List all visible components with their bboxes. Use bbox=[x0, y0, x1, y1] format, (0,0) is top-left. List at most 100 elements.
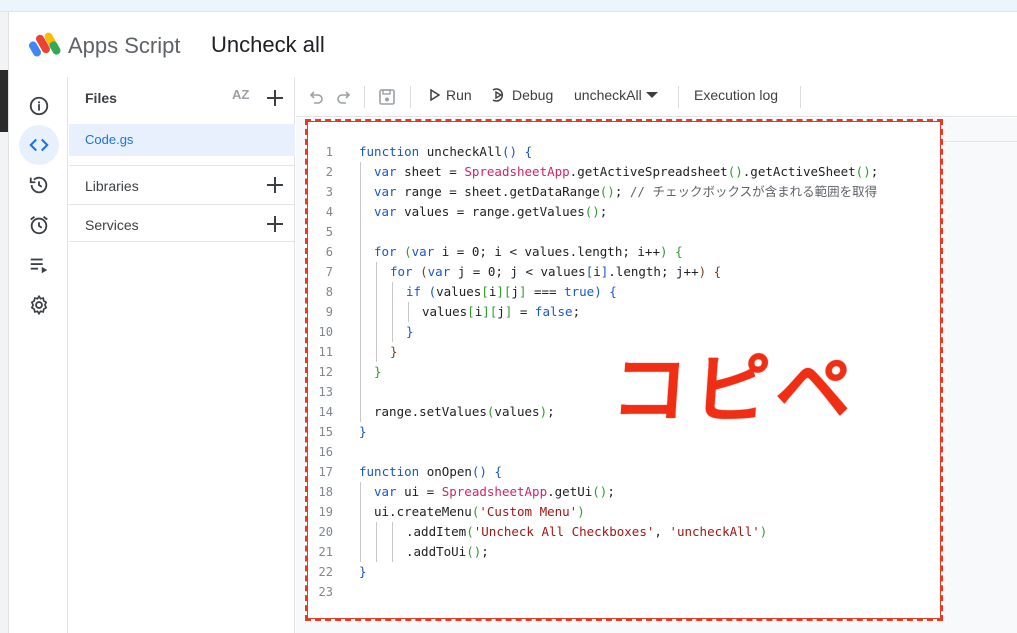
code-line[interactable]: 16 bbox=[307, 442, 941, 462]
line-number: 7 bbox=[325, 265, 333, 279]
line-number: 1 bbox=[325, 145, 333, 159]
code-text: values[i][j] = false; bbox=[422, 304, 581, 319]
toolbar-divider bbox=[364, 86, 365, 108]
code-text: function onOpen() { bbox=[359, 464, 503, 479]
function-select-value: uncheckAll bbox=[574, 87, 642, 103]
code-text: } bbox=[374, 364, 382, 379]
redo-icon[interactable] bbox=[336, 89, 352, 105]
line-number: 19 bbox=[318, 505, 333, 519]
code-line[interactable]: 6 for (var i = 0; i < values.length; i++)… bbox=[307, 242, 941, 262]
product-name[interactable]: Apps Script bbox=[68, 33, 181, 59]
code-text: if (values[i][j] === true) { bbox=[406, 284, 617, 299]
code-line[interactable]: 18 var ui = SpreadsheetApp.getUi(); bbox=[307, 482, 941, 502]
code-text: for (var j = 0; j < values[i].length; j+… bbox=[390, 264, 722, 279]
files-panel: Files AZ Code.gs Libraries Services bbox=[69, 77, 295, 633]
line-number: 20 bbox=[318, 525, 333, 539]
annotation-overlay-text: コピペ bbox=[608, 345, 861, 434]
line-number: 8 bbox=[325, 285, 333, 299]
rail-settings-button[interactable] bbox=[19, 285, 59, 325]
code-line[interactable]: 23 bbox=[307, 582, 941, 602]
background-window-edge bbox=[0, 12, 9, 633]
code-text: function uncheckAll() { bbox=[359, 144, 533, 159]
apps-script-logo-icon[interactable] bbox=[29, 31, 63, 59]
code-icon bbox=[29, 138, 49, 152]
execution-log-button[interactable]: Execution log bbox=[694, 87, 778, 103]
navigation-rail bbox=[9, 77, 68, 633]
file-name: Code.gs bbox=[85, 132, 134, 147]
function-select[interactable]: uncheckAll bbox=[574, 87, 658, 103]
code-line[interactable]: 2 var sheet = SpreadsheetApp.getActiveSpr… bbox=[307, 162, 941, 182]
libraries-label: Libraries bbox=[85, 178, 139, 194]
gear-icon bbox=[30, 294, 48, 316]
rail-history-button[interactable] bbox=[19, 165, 59, 205]
editor-ruler-line bbox=[943, 141, 1017, 142]
code-line[interactable]: 1 function uncheckAll() { bbox=[307, 142, 941, 162]
line-number: 14 bbox=[318, 405, 333, 419]
files-header: Files AZ bbox=[69, 77, 295, 119]
services-label: Services bbox=[85, 217, 139, 233]
rail-editor-button[interactable] bbox=[19, 125, 59, 165]
line-number: 16 bbox=[318, 445, 333, 459]
project-title[interactable]: Uncheck all bbox=[211, 32, 325, 58]
code-text: ui.createMenu('Custom Menu') bbox=[374, 504, 585, 519]
add-library-icon[interactable] bbox=[265, 175, 285, 195]
debug-button[interactable]: Debug bbox=[490, 87, 553, 103]
code-line[interactable]: 9 values[i][j] = false; bbox=[307, 302, 941, 322]
line-number: 5 bbox=[325, 225, 333, 239]
add-service-icon[interactable] bbox=[265, 214, 285, 234]
services-section[interactable]: Services bbox=[69, 204, 295, 242]
code-line[interactable]: 21 .addToUi(); bbox=[307, 542, 941, 562]
line-number: 12 bbox=[318, 365, 333, 379]
code-text: range.setValues(values); bbox=[374, 404, 555, 419]
sort-az-icon[interactable]: AZ bbox=[232, 87, 249, 102]
code-text: } bbox=[359, 564, 367, 579]
debug-label: Debug bbox=[512, 87, 554, 103]
code-line[interactable]: 22} bbox=[307, 562, 941, 582]
files-title: Files bbox=[85, 90, 117, 106]
toolbar-divider bbox=[678, 86, 679, 108]
code-line[interactable]: 8 if (values[i][j] === true) { bbox=[307, 282, 941, 302]
code-line[interactable]: 4 var values = range.getValues(); bbox=[307, 202, 941, 222]
app-header: Apps Script Uncheck all bbox=[9, 13, 1017, 77]
line-number: 4 bbox=[325, 205, 333, 219]
line-number: 3 bbox=[325, 185, 333, 199]
line-number: 22 bbox=[318, 565, 333, 579]
file-item-code-gs[interactable]: Code.gs bbox=[69, 124, 295, 156]
line-number: 15 bbox=[318, 425, 333, 439]
code-line[interactable]: 7 for (var j = 0; j < values[i].length; j… bbox=[307, 262, 941, 282]
add-file-icon[interactable] bbox=[265, 88, 285, 108]
caret-down-icon bbox=[645, 92, 658, 98]
rail-executions-button[interactable] bbox=[19, 245, 59, 285]
background-dark-block bbox=[0, 70, 8, 132]
execution-log-label: Execution log bbox=[694, 87, 779, 103]
line-number: 6 bbox=[325, 245, 333, 259]
debug-icon bbox=[492, 88, 503, 102]
toolbar-divider bbox=[800, 86, 801, 108]
line-number: 21 bbox=[318, 545, 333, 559]
code-line[interactable]: 20 .addItem('Uncheck All Checkboxes', 'un… bbox=[307, 522, 941, 542]
history-icon bbox=[29, 176, 48, 194]
run-button[interactable]: Run bbox=[430, 87, 472, 103]
libraries-section[interactable]: Libraries bbox=[69, 165, 295, 203]
code-text: var sheet = SpreadsheetApp.getActiveSpre… bbox=[374, 164, 879, 179]
line-number: 10 bbox=[318, 325, 333, 339]
code-text: .addItem('Uncheck All Checkboxes', 'unch… bbox=[406, 524, 768, 539]
code-text: var ui = SpreadsheetApp.getUi(); bbox=[374, 484, 615, 499]
code-line[interactable]: 17 function onOpen() { bbox=[307, 462, 941, 482]
code-text: for (var i = 0; i < values.length; i++) … bbox=[374, 244, 683, 259]
code-text: } bbox=[359, 424, 367, 439]
code-text: } bbox=[390, 344, 398, 359]
editor-toolbar: Run Debug uncheckAll Execution log bbox=[296, 77, 1017, 117]
rail-overview-button[interactable] bbox=[19, 86, 59, 126]
save-icon[interactable] bbox=[378, 88, 396, 106]
code-line[interactable]: 5 bbox=[307, 222, 941, 242]
undo-icon[interactable] bbox=[308, 89, 324, 105]
code-line[interactable]: 3 var range = sheet.getDataRange(); // チェ… bbox=[307, 182, 941, 202]
code-text: .addToUi(); bbox=[406, 544, 489, 559]
run-label: Run bbox=[446, 87, 472, 103]
play-icon bbox=[430, 89, 440, 101]
rail-triggers-button[interactable] bbox=[19, 205, 59, 245]
line-number: 9 bbox=[325, 305, 333, 319]
line-number: 13 bbox=[318, 385, 333, 399]
code-line[interactable]: 19 ui.createMenu('Custom Menu') bbox=[307, 502, 941, 522]
